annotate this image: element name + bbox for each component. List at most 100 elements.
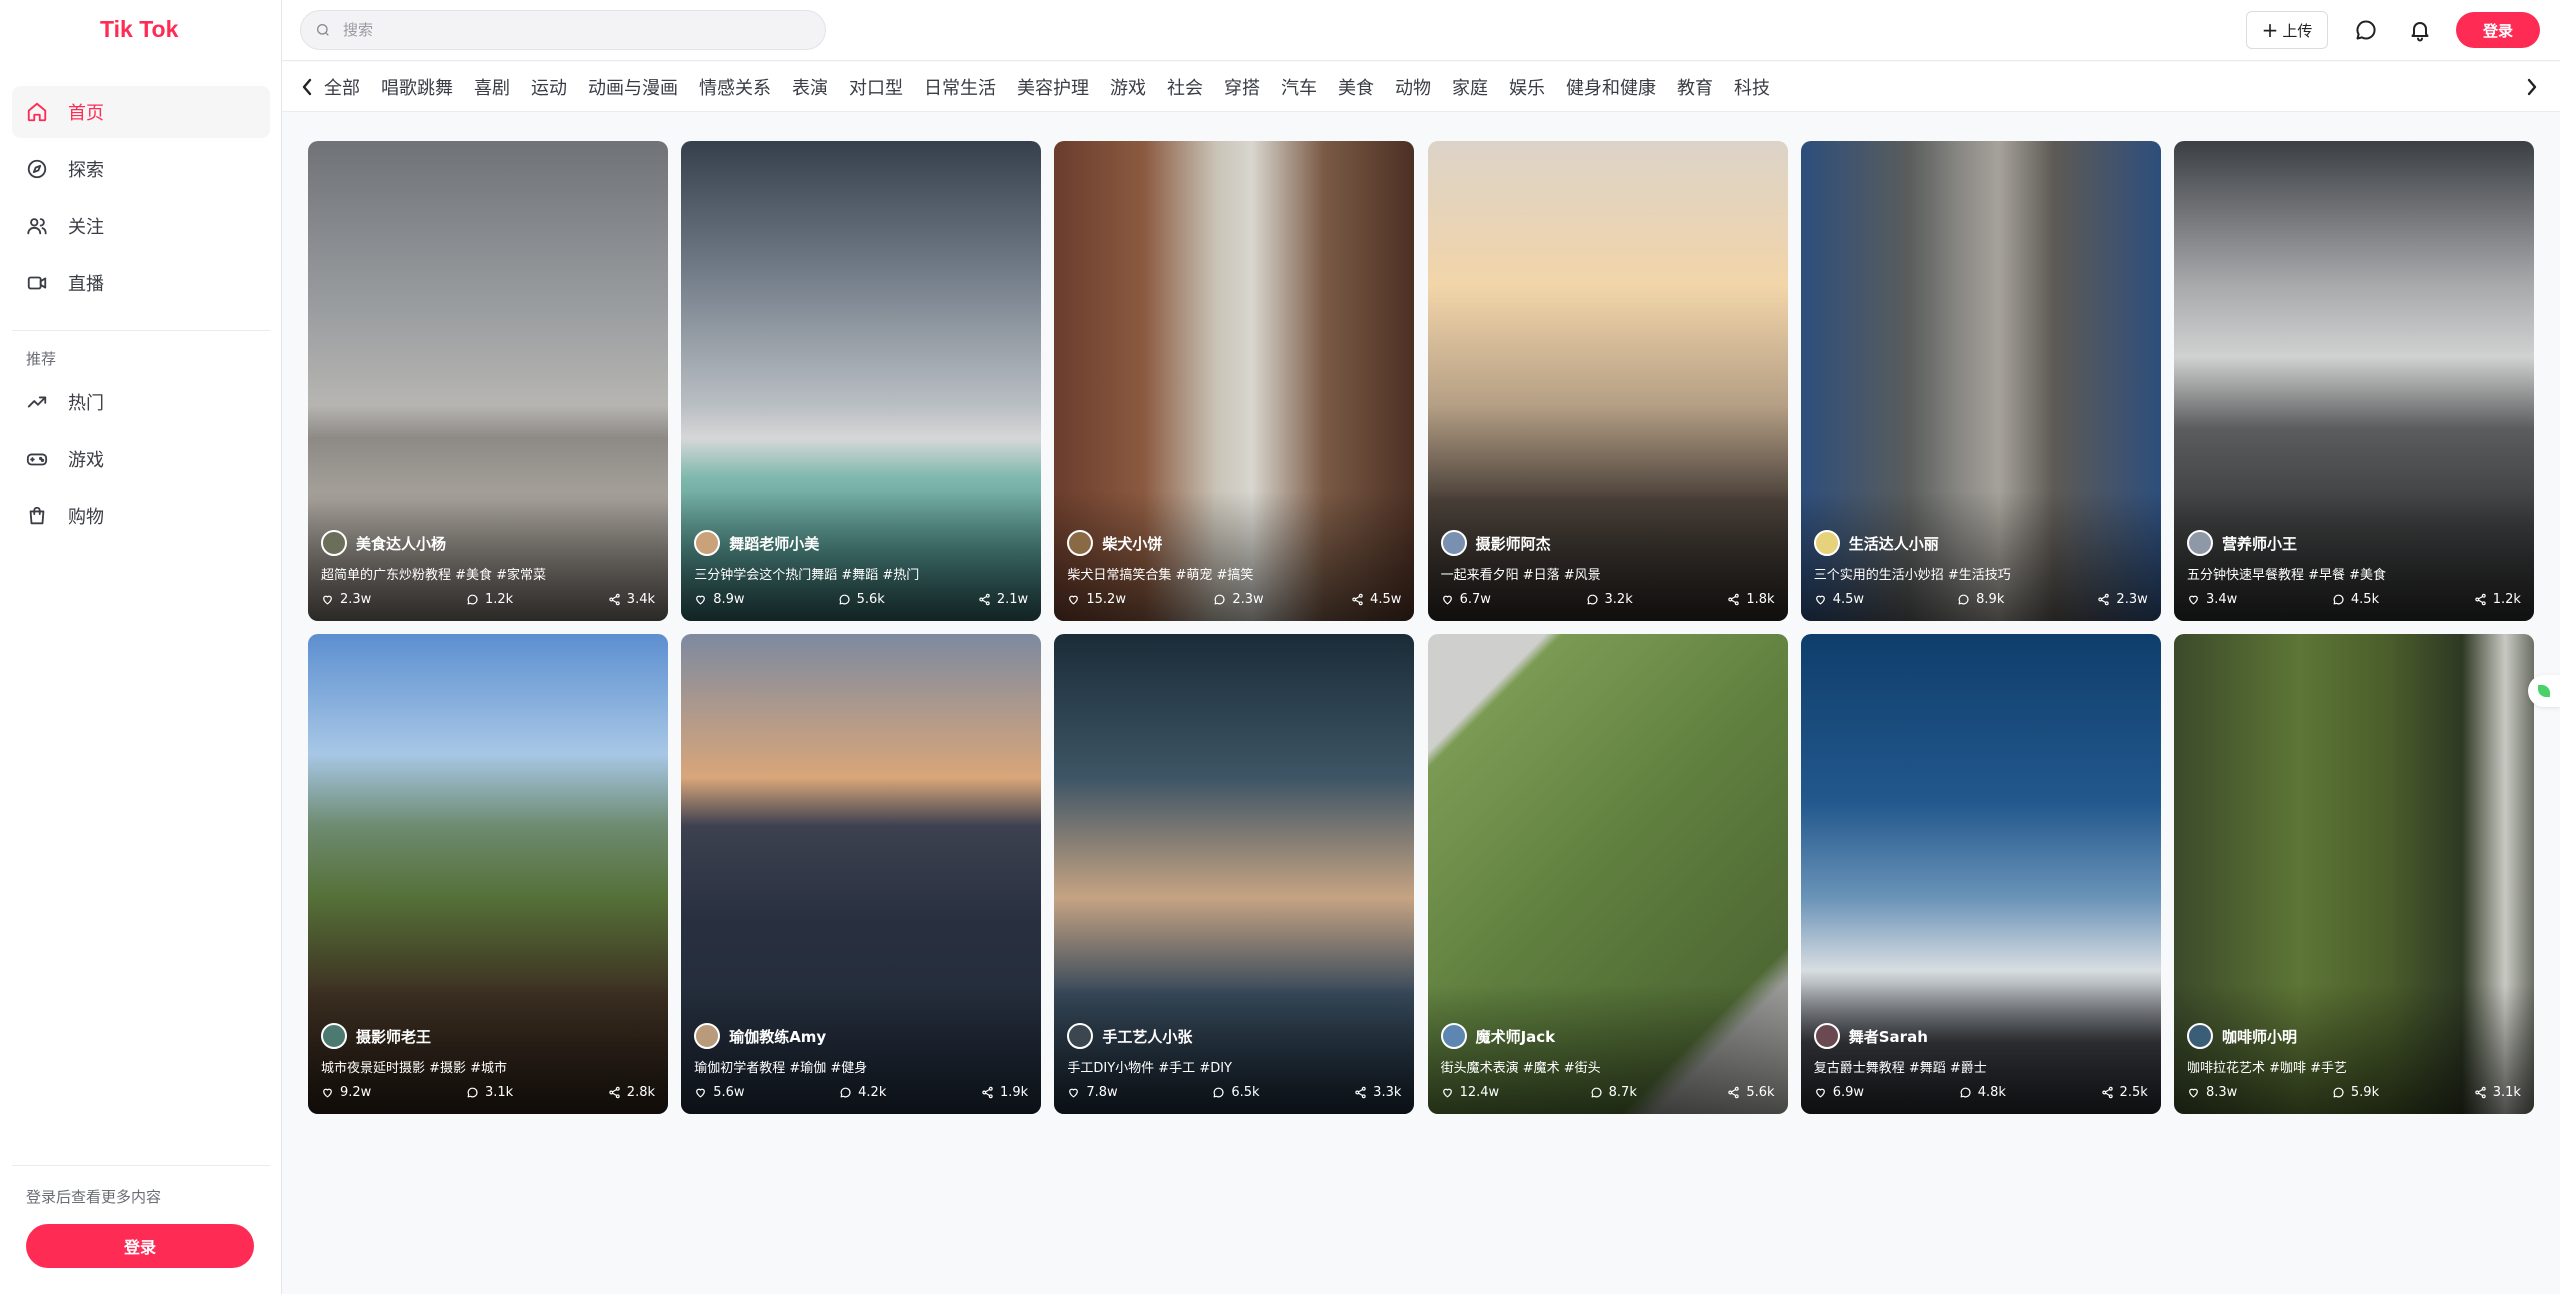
header-login-button[interactable]: 登录 — [2456, 12, 2540, 48]
video-author[interactable]: 营养师小王 — [2186, 530, 2521, 556]
category-prev-button[interactable] — [297, 76, 317, 98]
category-tab[interactable]: 游戏 — [1110, 74, 1146, 100]
like-stat[interactable]: 4.5w — [1814, 592, 1864, 607]
share-stat[interactable]: 2.1w — [978, 592, 1028, 607]
video-author[interactable]: 生活达人小丽 — [1813, 530, 2148, 556]
category-tab[interactable]: 动画与漫画 — [588, 74, 678, 100]
category-tab[interactable]: 社会 — [1167, 74, 1203, 100]
search-box[interactable] — [300, 10, 826, 50]
app-logo[interactable]: Tik Tok — [100, 16, 178, 43]
share-stat[interactable]: 1.2k — [2474, 592, 2521, 607]
sidebar-item-following[interactable]: 关注 — [12, 200, 270, 252]
comment-stat[interactable]: 3.1k — [466, 1085, 513, 1100]
search-input[interactable] — [343, 21, 803, 39]
sidebar-item-home[interactable]: 首页 — [12, 86, 270, 138]
category-next-button[interactable] — [2522, 76, 2542, 98]
share-stat[interactable]: 3.1k — [2474, 1085, 2521, 1100]
comment-stat[interactable]: 4.2k — [839, 1085, 886, 1100]
video-author[interactable]: 咖啡师小明 — [2186, 1023, 2521, 1049]
sidebar-item-trending[interactable]: 热门 — [12, 376, 270, 428]
video-card[interactable]: 手工艺人小张 手工DIY小物件 #手工 #DIY 7.8w 6.5k 3.3k — [1054, 634, 1415, 1114]
video-card[interactable]: 摄影师阿杰 一起来看夕阳 #日落 #风景 6.7w 3.2k 1.8k — [1427, 141, 1788, 621]
like-stat[interactable]: 6.9w — [1814, 1085, 1864, 1100]
category-tab[interactable]: 对口型 — [849, 74, 903, 100]
category-tab[interactable]: 动物 — [1395, 74, 1431, 100]
comment-stat[interactable]: 5.6k — [838, 592, 885, 607]
share-stat[interactable]: 4.5w — [1351, 592, 1401, 607]
like-stat[interactable]: 8.3w — [2187, 1085, 2237, 1100]
category-tab[interactable]: 教育 — [1677, 74, 1713, 100]
share-stat[interactable]: 3.4k — [608, 592, 655, 607]
sidebar-item-live[interactable]: 直播 — [12, 257, 270, 309]
video-author[interactable]: 柴犬小饼 — [1067, 530, 1401, 556]
category-tab[interactable]: 运动 — [531, 74, 567, 100]
video-card[interactable]: 咖啡师小明 咖啡拉花艺术 #咖啡 #手艺 8.3w 5.9k 3.1k — [2173, 634, 2534, 1114]
like-stat[interactable]: 15.2w — [1067, 592, 1126, 607]
comment-stat[interactable]: 4.8k — [1959, 1085, 2006, 1100]
category-tab[interactable]: 日常生活 — [924, 74, 996, 100]
like-stat[interactable]: 8.9w — [694, 592, 745, 607]
sidebar-item-explore[interactable]: 探索 — [12, 143, 270, 195]
video-author[interactable]: 舞蹈老师小美 — [694, 530, 1028, 556]
video-card[interactable]: 营养师小王 五分钟快速早餐教程 #早餐 #美食 3.4w 4.5k 1.2k — [2173, 141, 2534, 621]
sidebar-item-shopping[interactable]: 购物 — [12, 490, 270, 542]
sidebar-item-games[interactable]: 游戏 — [12, 433, 270, 485]
like-stat[interactable]: 12.4w — [1441, 1085, 1499, 1100]
video-card[interactable]: 舞者Sarah 复古爵士舞教程 #舞蹈 #爵士 6.9w 4.8k 2.5k — [1800, 634, 2161, 1114]
video-author[interactable]: 舞者Sarah — [1813, 1023, 2148, 1049]
video-author[interactable]: 手工艺人小张 — [1067, 1023, 1401, 1049]
like-stat[interactable]: 7.8w — [1067, 1085, 1118, 1100]
video-author[interactable]: 摄影师老王 — [321, 1023, 655, 1049]
like-stat[interactable]: 9.2w — [321, 1085, 371, 1100]
like-stat[interactable]: 5.6w — [694, 1085, 745, 1100]
category-tab[interactable]: 美容护理 — [1017, 74, 1089, 100]
comment-stat[interactable]: 3.2k — [1586, 592, 1633, 607]
comment-stat[interactable]: 8.7k — [1590, 1085, 1637, 1100]
comment-stat[interactable]: 5.9k — [2332, 1085, 2379, 1100]
video-author[interactable]: 瑜伽教练Amy — [694, 1023, 1028, 1049]
like-stat[interactable]: 2.3w — [321, 592, 371, 607]
video-card[interactable]: 摄影师老王 城市夜景延时摄影 #摄影 #城市 9.2w 3.1k 2.8k — [308, 634, 668, 1114]
video-card[interactable]: 美食达人小杨 超简单的广东炒粉教程 #美食 #家常菜 2.3w 1.2k 3.4… — [308, 141, 668, 621]
category-tab[interactable]: 情感关系 — [699, 74, 771, 100]
video-card[interactable]: 舞蹈老师小美 三分钟学会这个热门舞蹈 #舞蹈 #热门 8.9w 5.6k 2.1… — [681, 141, 1042, 621]
video-author[interactable]: 魔术师Jack — [1440, 1023, 1775, 1049]
comment-stat[interactable]: 4.5k — [2332, 592, 2379, 607]
comment-stat[interactable]: 2.3w — [1213, 592, 1264, 607]
category-tab[interactable]: 穿搭 — [1224, 74, 1260, 100]
category-tab[interactable]: 喜剧 — [474, 74, 510, 100]
sidebar-login-button[interactable]: 登录 — [26, 1224, 254, 1268]
share-stat[interactable]: 2.5k — [2101, 1085, 2148, 1100]
share-stat[interactable]: 2.3w — [2097, 592, 2148, 607]
share-stat[interactable]: 1.9k — [981, 1085, 1028, 1100]
video-card[interactable]: 生活达人小丽 三个实用的生活小妙招 #生活技巧 4.5w 8.9k 2.3w — [1800, 141, 2161, 621]
like-stat[interactable]: 3.4w — [2187, 592, 2237, 607]
share-count: 4.5w — [1370, 592, 1402, 607]
category-tab[interactable]: 家庭 — [1452, 74, 1488, 100]
video-author[interactable]: 美食达人小杨 — [321, 530, 655, 556]
category-tab[interactable]: 唱歌跳舞 — [381, 74, 453, 100]
video-author[interactable]: 摄影师阿杰 — [1440, 530, 1775, 556]
category-tab[interactable]: 科技 — [1734, 74, 1770, 100]
video-card[interactable]: 柴犬小饼 柴犬日常搞笑合集 #萌宠 #搞笑 15.2w 2.3w 4.5w — [1054, 141, 1415, 621]
comment-stat[interactable]: 8.9k — [1957, 592, 2004, 607]
notifications-button[interactable] — [2408, 18, 2432, 42]
comment-stat[interactable]: 6.5k — [1212, 1085, 1260, 1100]
category-tab[interactable]: 美食 — [1338, 74, 1374, 100]
video-card[interactable]: 瑜伽教练Amy 瑜伽初学者教程 #瑜伽 #健身 5.6w 4.2k 1.9k — [681, 634, 1042, 1114]
share-stat[interactable]: 2.8k — [608, 1085, 655, 1100]
category-tab[interactable]: 娱乐 — [1509, 74, 1545, 100]
side-float-tab[interactable] — [2528, 675, 2560, 707]
upload-button[interactable]: + 上传 — [2246, 11, 2328, 49]
share-stat[interactable]: 1.8k — [1727, 592, 1775, 607]
share-stat[interactable]: 3.3k — [1354, 1085, 1401, 1100]
category-tab[interactable]: 全部 — [324, 74, 360, 100]
like-stat[interactable]: 6.7w — [1441, 592, 1491, 607]
comment-stat[interactable]: 1.2k — [466, 592, 513, 607]
category-tab[interactable]: 健身和健康 — [1566, 74, 1656, 100]
share-stat[interactable]: 5.6k — [1727, 1085, 1775, 1100]
category-tab[interactable]: 汽车 — [1281, 74, 1317, 100]
video-card[interactable]: 魔术师Jack 街头魔术表演 #魔术 #街头 12.4w 8.7k 5.6k — [1427, 634, 1788, 1114]
category-tab[interactable]: 表演 — [792, 74, 828, 100]
messages-button[interactable] — [2354, 18, 2378, 42]
